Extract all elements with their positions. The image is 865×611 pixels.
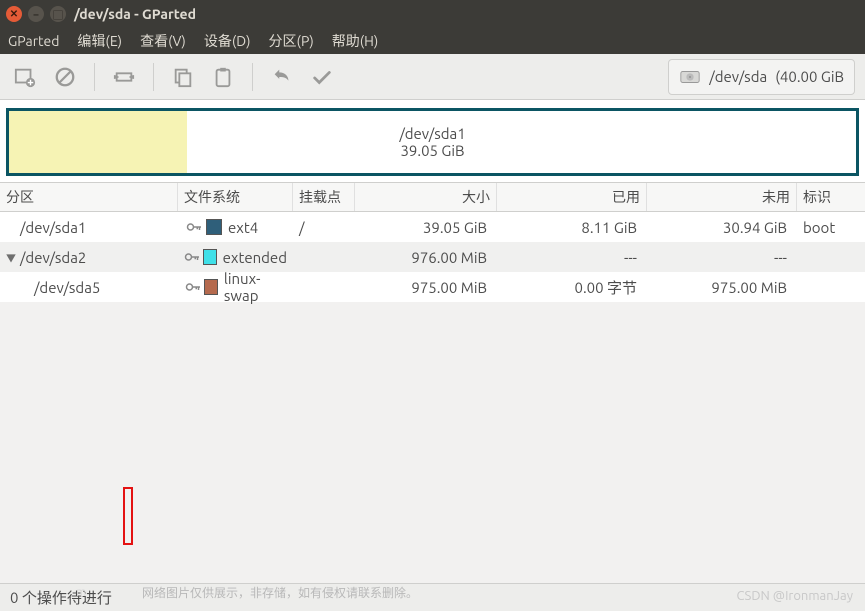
window-title: /dev/sda - GParted bbox=[74, 6, 196, 22]
fs-swatch bbox=[203, 249, 217, 265]
copy-icon bbox=[172, 66, 194, 88]
new-partition-button[interactable] bbox=[10, 62, 40, 92]
delete-icon bbox=[54, 66, 76, 88]
size-cell: 39.05 GiB bbox=[355, 219, 497, 236]
device-selector[interactable]: /dev/sda (40.00 GiB bbox=[668, 59, 855, 95]
minimize-button[interactable]: – bbox=[28, 6, 44, 22]
separator bbox=[94, 63, 95, 91]
new-partition-icon bbox=[14, 66, 36, 88]
paste-icon bbox=[212, 66, 234, 88]
size-cell: 976.00 MiB bbox=[355, 249, 497, 266]
used-cell: --- bbox=[497, 249, 647, 266]
flags-cell: boot bbox=[797, 219, 865, 236]
partition-list: 分区 文件系统 挂载点 大小 已用 未用 标识 /dev/sda1 ext4 /… bbox=[0, 182, 865, 302]
header-unused[interactable]: 未用 bbox=[647, 183, 797, 211]
table-row[interactable]: /dev/sda5 linux-swap 975.00 MiB 0.00 字节 … bbox=[0, 272, 865, 302]
header-mountpoint[interactable]: 挂载点 bbox=[293, 183, 355, 211]
delete-button[interactable] bbox=[50, 62, 80, 92]
menu-view[interactable]: 查看(V) bbox=[140, 31, 186, 51]
list-header: 分区 文件系统 挂载点 大小 已用 未用 标识 bbox=[0, 182, 865, 212]
filesystem-label: linux-swap bbox=[224, 270, 287, 304]
table-row[interactable]: ▼ /dev/sda2 extended 976.00 MiB --- --- bbox=[0, 242, 865, 272]
filesystem-label: extended bbox=[223, 249, 287, 266]
fs-swatch bbox=[204, 279, 218, 295]
apply-button[interactable] bbox=[307, 62, 337, 92]
separator bbox=[252, 63, 253, 91]
partition-name: /dev/sda1 bbox=[20, 219, 86, 236]
lock-icon bbox=[184, 220, 206, 234]
unused-cell: --- bbox=[647, 249, 797, 266]
table-row[interactable]: /dev/sda1 ext4 / 39.05 GiB 8.11 GiB 30.9… bbox=[0, 212, 865, 242]
menu-gparted[interactable]: GParted bbox=[8, 33, 59, 49]
pending-operations: 0 个操作待进行 bbox=[10, 587, 112, 608]
paste-button[interactable] bbox=[208, 62, 238, 92]
graph-partition-size: 39.05 GiB bbox=[400, 142, 464, 159]
disk-icon bbox=[679, 66, 701, 88]
separator bbox=[153, 63, 154, 91]
watermark-author: CSDN @IronmanJay bbox=[736, 589, 853, 603]
highlight-annotation bbox=[123, 487, 133, 545]
watermark-url: m bbox=[76, 586, 86, 599]
header-flags[interactable]: 标识 bbox=[797, 183, 865, 211]
used-cell: 0.00 字节 bbox=[497, 277, 647, 298]
graph-partition-name: /dev/sda1 bbox=[399, 125, 465, 142]
expander-icon[interactable]: ▼ bbox=[6, 250, 16, 265]
toolbar: /dev/sda (40.00 GiB bbox=[0, 54, 865, 100]
undo-button[interactable] bbox=[267, 62, 297, 92]
statusbar: 0 个操作待进行 bbox=[0, 583, 865, 611]
close-button[interactable]: ✕ bbox=[6, 6, 22, 22]
device-size: (40.00 GiB bbox=[775, 68, 844, 85]
menu-edit[interactable]: 编辑(E) bbox=[77, 31, 122, 51]
window-controls: ✕ – ▢ bbox=[6, 6, 66, 22]
list-body: /dev/sda1 ext4 / 39.05 GiB 8.11 GiB 30.9… bbox=[0, 212, 865, 302]
menubar: GParted 编辑(E) 查看(V) 设备(D) 分区(P) 帮助(H) bbox=[0, 28, 865, 54]
titlebar: ✕ – ▢ /dev/sda - GParted bbox=[0, 0, 865, 28]
filesystem-label: ext4 bbox=[228, 219, 258, 236]
resize-icon bbox=[113, 66, 135, 88]
mountpoint-cell: / bbox=[293, 219, 355, 236]
partition-name: /dev/sda2 bbox=[20, 249, 86, 266]
used-cell: 8.11 GiB bbox=[497, 219, 647, 236]
undo-icon bbox=[271, 66, 293, 88]
header-partition[interactable]: 分区 bbox=[0, 183, 178, 211]
menu-partition[interactable]: 分区(P) bbox=[269, 31, 314, 51]
disk-graph-area: /dev/sda1 39.05 GiB bbox=[0, 100, 865, 182]
unused-cell: 975.00 MiB bbox=[647, 279, 797, 296]
partition-name: /dev/sda5 bbox=[34, 279, 100, 296]
lock-icon bbox=[184, 280, 204, 294]
watermark-note: 网络图片仅供展示，非存储，如有侵权请联系删除。 bbox=[142, 584, 418, 601]
header-used[interactable]: 已用 bbox=[497, 183, 647, 211]
disk-graph[interactable]: /dev/sda1 39.05 GiB bbox=[6, 108, 859, 176]
lock-icon bbox=[184, 250, 203, 264]
resize-button[interactable] bbox=[109, 62, 139, 92]
device-name: /dev/sda bbox=[709, 68, 767, 85]
menu-device[interactable]: 设备(D) bbox=[204, 31, 251, 51]
fs-swatch bbox=[206, 219, 222, 235]
size-cell: 975.00 MiB bbox=[355, 279, 497, 296]
copy-button[interactable] bbox=[168, 62, 198, 92]
apply-icon bbox=[311, 66, 333, 88]
header-size[interactable]: 大小 bbox=[355, 183, 497, 211]
menu-help[interactable]: 帮助(H) bbox=[332, 31, 379, 51]
partition-label: /dev/sda1 39.05 GiB bbox=[9, 111, 856, 173]
maximize-button[interactable]: ▢ bbox=[50, 6, 66, 22]
header-filesystem[interactable]: 文件系统 bbox=[178, 183, 293, 211]
unused-cell: 30.94 GiB bbox=[647, 219, 797, 236]
